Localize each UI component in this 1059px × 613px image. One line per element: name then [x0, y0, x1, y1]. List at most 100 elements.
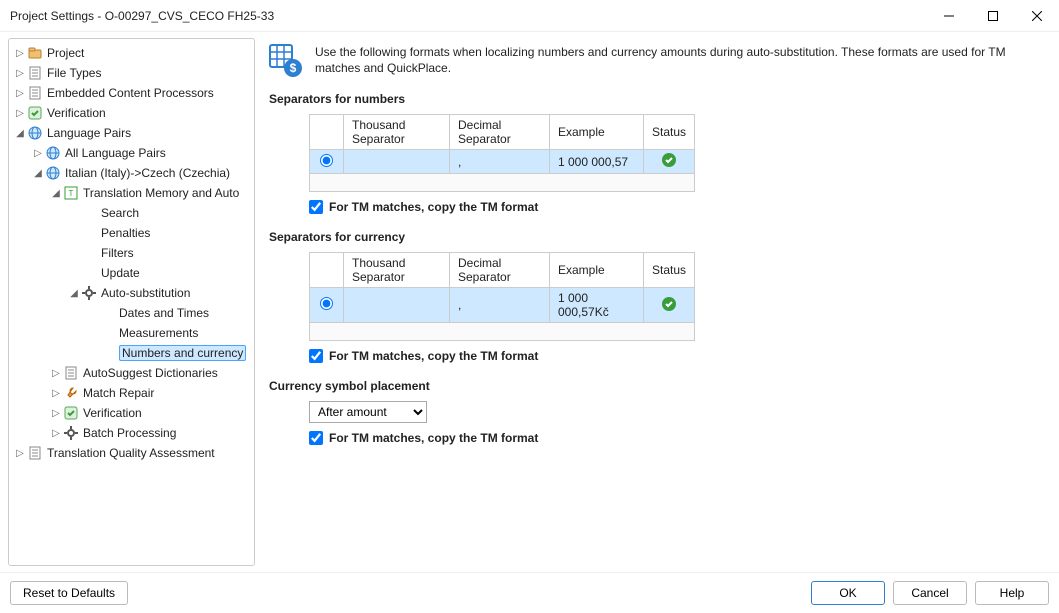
numbers-thousand: [344, 150, 450, 174]
cancel-button[interactable]: Cancel: [893, 581, 967, 605]
col-decimal: Decimal Separator: [450, 115, 550, 150]
tree-item-label: Translation Memory and Auto: [83, 186, 239, 200]
tree-item[interactable]: ▷ Embedded Content Processors: [9, 83, 254, 103]
lang-icon: [27, 125, 43, 141]
tree-item[interactable]: ▷ AutoSuggest Dictionaries: [9, 363, 254, 383]
chevron-right-icon[interactable]: ▷: [49, 428, 63, 439]
window-title: Project Settings - O-00297_CVS_CECO FH25…: [10, 9, 927, 23]
tree-item-label: Verification: [47, 106, 106, 120]
tree-item[interactable]: Penalties: [9, 223, 254, 243]
chevron-down-icon[interactable]: ◢: [31, 168, 45, 179]
status-ok-icon: [662, 153, 676, 167]
chevron-right-icon[interactable]: ▷: [49, 408, 63, 419]
col-thousand: Thousand Separator: [344, 115, 450, 150]
placement-copy-tm-label: For TM matches, copy the TM format: [329, 431, 538, 445]
no-icon: [81, 245, 97, 261]
chevron-right-icon[interactable]: ▷: [49, 388, 63, 399]
lang-icon: [45, 145, 61, 161]
no-icon: [99, 325, 115, 341]
no-icon: [81, 265, 97, 281]
tree-item[interactable]: ▷ Verification: [9, 103, 254, 123]
col-example: Example: [550, 115, 644, 150]
numbers-copy-tm-row[interactable]: For TM matches, copy the TM format: [309, 200, 1043, 214]
currency-table: Thousand Separator Decimal Separator Exa…: [309, 252, 695, 341]
currency-row-radio[interactable]: [320, 297, 333, 310]
tree-item[interactable]: Search: [9, 203, 254, 223]
tree-item[interactable]: ◢Italian (Italy)->Czech (Czechia): [9, 163, 254, 183]
currency-section-title: Separators for currency: [269, 230, 1043, 244]
tree-item[interactable]: ◢ T Translation Memory and Auto: [9, 183, 254, 203]
gear-icon: [81, 285, 97, 301]
tree-item[interactable]: ▷ Batch Processing: [9, 423, 254, 443]
chevron-right-icon[interactable]: ▷: [13, 448, 27, 459]
tree-item[interactable]: Numbers and currency: [9, 343, 254, 363]
chevron-right-icon[interactable]: ▷: [31, 148, 45, 159]
chevron-down-icon[interactable]: ◢: [13, 128, 27, 139]
svg-text:T: T: [69, 189, 74, 198]
chevron-right-icon[interactable]: ▷: [13, 108, 27, 119]
numbers-row-radio[interactable]: [320, 154, 333, 167]
chevron-down-icon[interactable]: ◢: [67, 288, 81, 299]
col-decimal: Decimal Separator: [450, 253, 550, 288]
titlebar: Project Settings - O-00297_CVS_CECO FH25…: [0, 0, 1059, 32]
ok-button[interactable]: OK: [811, 581, 885, 605]
placement-copy-tm-checkbox[interactable]: [309, 431, 323, 445]
currency-thousand: [344, 288, 450, 323]
numbers-section-title: Separators for numbers: [269, 92, 1043, 106]
placement-copy-tm-row[interactable]: For TM matches, copy the TM format: [309, 431, 1043, 445]
intro-text: Use the following formats when localizin…: [315, 44, 1043, 78]
currency-copy-tm-checkbox[interactable]: [309, 349, 323, 363]
placement-select[interactable]: After amount: [309, 401, 427, 423]
tree-item[interactable]: Update: [9, 263, 254, 283]
numbers-copy-tm-checkbox[interactable]: [309, 200, 323, 214]
chevron-right-icon[interactable]: ▷: [13, 48, 27, 59]
currency-decimal: ,: [450, 288, 550, 323]
tree-item[interactable]: ◢Language Pairs: [9, 123, 254, 143]
numbers-table: Thousand Separator Decimal Separator Exa…: [309, 114, 695, 192]
tree-item-label: Batch Processing: [83, 426, 176, 440]
tree-item[interactable]: ◢Auto-substitution: [9, 283, 254, 303]
tree-item[interactable]: ▷ Project: [9, 43, 254, 63]
tree-item[interactable]: Measurements: [9, 323, 254, 343]
currency-example: 1 000 000,57Kč: [550, 288, 644, 323]
tree-item-label: Numbers and currency: [119, 345, 246, 361]
maximize-button[interactable]: [971, 0, 1015, 32]
tree-item[interactable]: ▷All Language Pairs: [9, 143, 254, 163]
minimize-button[interactable]: [927, 0, 971, 32]
tree-item[interactable]: ▷Verification: [9, 403, 254, 423]
tree-item-label: Embedded Content Processors: [47, 86, 214, 100]
numbers-example: 1 000 000,57: [550, 150, 644, 174]
tree-item[interactable]: ▷Translation Quality Assessment: [9, 443, 254, 463]
col-example: Example: [550, 253, 644, 288]
doc-icon: [63, 365, 79, 381]
chevron-right-icon[interactable]: ▷: [49, 368, 63, 379]
tree-item-label: Filters: [101, 246, 134, 260]
wrench-icon: [63, 385, 79, 401]
chevron-right-icon[interactable]: ▷: [13, 88, 27, 99]
minimize-icon: [944, 11, 954, 21]
reset-to-defaults-button[interactable]: Reset to Defaults: [10, 581, 128, 605]
tree-item[interactable]: Filters: [9, 243, 254, 263]
numbers-row[interactable]: , 1 000 000,57: [310, 150, 695, 174]
tree-item[interactable]: Dates and Times: [9, 303, 254, 323]
doc-icon: [27, 85, 43, 101]
settings-tree[interactable]: ▷Project▷File Types▷Embedded Content Pro…: [8, 38, 255, 566]
footer: Reset to Defaults OK Cancel Help: [0, 572, 1059, 613]
currency-copy-tm-label: For TM matches, copy the TM format: [329, 349, 538, 363]
help-button[interactable]: Help: [975, 581, 1049, 605]
tm-icon: T: [63, 185, 79, 201]
currency-copy-tm-row[interactable]: For TM matches, copy the TM format: [309, 349, 1043, 363]
chevron-right-icon[interactable]: ▷: [13, 68, 27, 79]
tree-item-label: Dates and Times: [119, 306, 209, 320]
tree-item-label: AutoSuggest Dictionaries: [83, 366, 218, 380]
tree-item[interactable]: ▷Match Repair: [9, 383, 254, 403]
close-button[interactable]: [1015, 0, 1059, 32]
doc-icon: [27, 65, 43, 81]
chevron-down-icon[interactable]: ◢: [49, 188, 63, 199]
tree-item[interactable]: ▷File Types: [9, 63, 254, 83]
col-thousand: Thousand Separator: [344, 253, 450, 288]
currency-row[interactable]: , 1 000 000,57Kč: [310, 288, 695, 323]
tree-item-label: Project: [47, 46, 84, 60]
svg-text:$: $: [290, 61, 297, 75]
content-panel: $ Use the following formats when localiz…: [259, 32, 1059, 572]
